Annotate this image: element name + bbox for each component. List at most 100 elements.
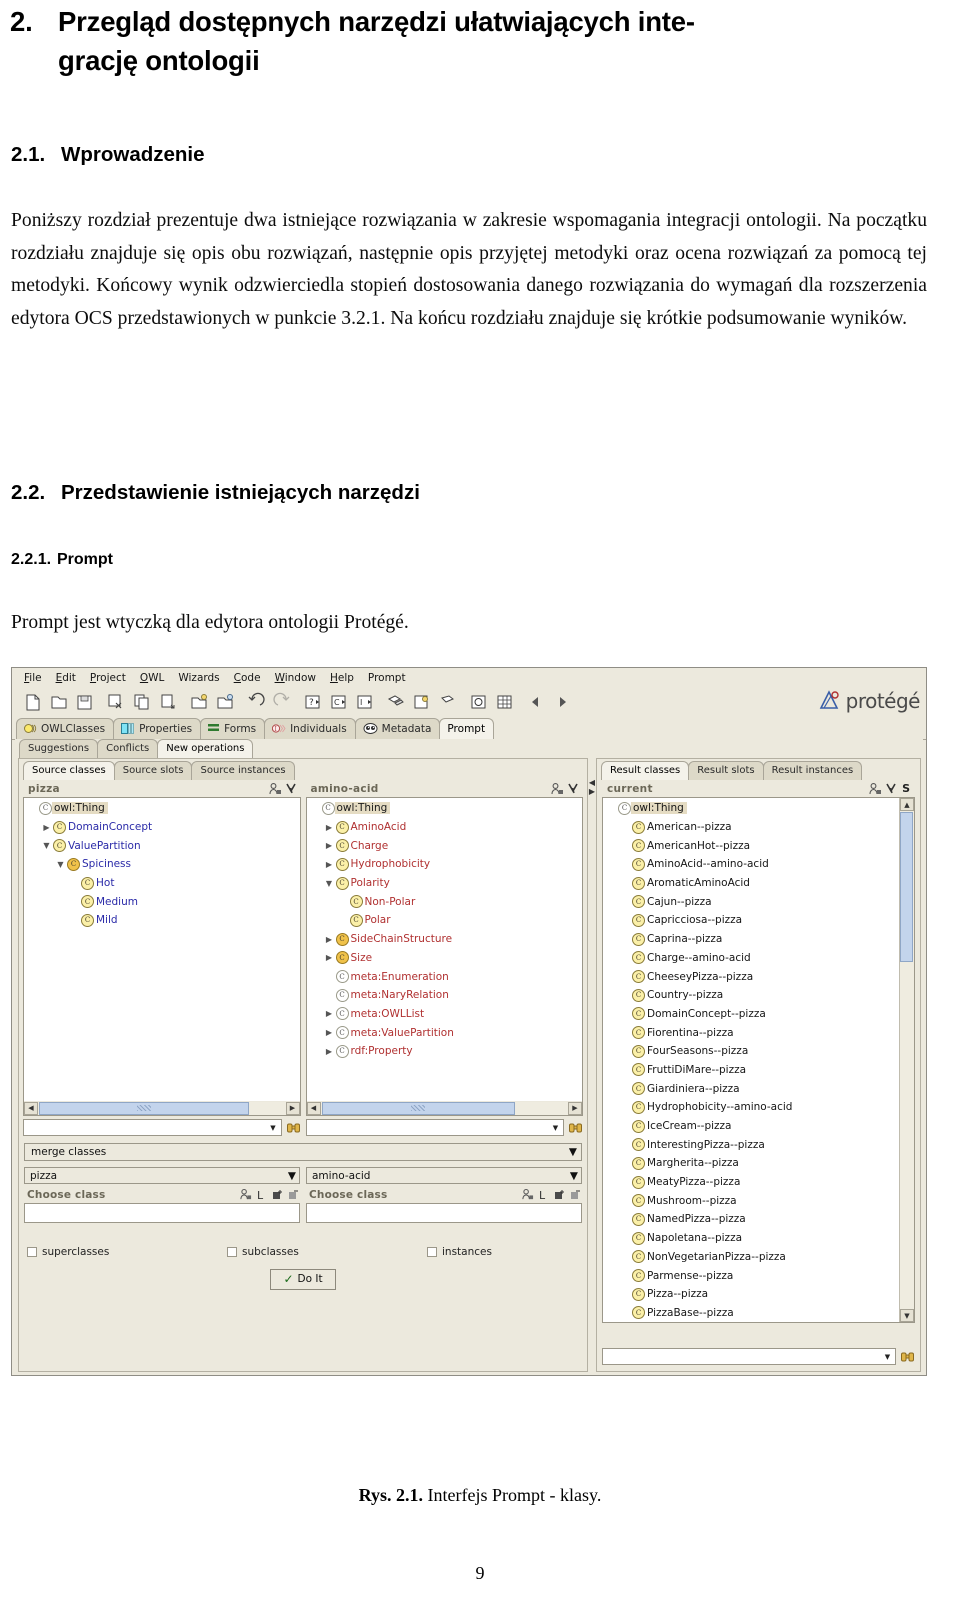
tab-source-classes[interactable]: Source classes xyxy=(23,761,115,780)
ontology-combo-right[interactable]: amino-acid ▼ xyxy=(306,1167,582,1184)
tree-node[interactable]: C Caprina--pizza xyxy=(603,930,899,949)
tree-node[interactable]: C Medium xyxy=(24,892,300,911)
add-superclass-icon[interactable] xyxy=(271,1188,284,1201)
chevron-right-icon[interactable]: ▶ xyxy=(323,1047,336,1056)
do-it-button[interactable]: ✓ Do It xyxy=(270,1269,336,1290)
menu-project[interactable]: Project xyxy=(83,671,133,685)
tab-properties[interactable]: Properties xyxy=(113,718,202,739)
tree-node[interactable]: ▶ C DomainConcept xyxy=(24,818,300,837)
checkbox-box[interactable] xyxy=(427,1247,437,1257)
chevron-down-icon[interactable]: ▼ xyxy=(40,841,53,850)
tree-node[interactable]: Cowl:Thing xyxy=(24,799,300,818)
tree-node[interactable]: C AminoAcid--amino-acid xyxy=(603,855,899,874)
tab-owlclasses[interactable]: OWLClasses xyxy=(16,718,115,739)
chevron-right-icon[interactable]: ▶ xyxy=(323,935,336,944)
add-class-icon[interactable] xyxy=(550,782,564,796)
scroll-thumb[interactable] xyxy=(900,812,913,962)
tree-node[interactable]: C FourSeasons--pizza xyxy=(603,1042,899,1061)
scroll-right-button[interactable]: ▶ xyxy=(568,1101,582,1115)
menu-wizards[interactable]: Wizards xyxy=(171,671,226,685)
horizontal-scrollbar[interactable]: ◀ ▶ xyxy=(23,1101,301,1116)
chevron-down-icon[interactable]: ▼ xyxy=(880,1349,895,1364)
choose-class-field-left[interactable] xyxy=(24,1203,300,1223)
tree-node[interactable]: C CheeseyPizza--pizza xyxy=(603,967,899,986)
cut-icon[interactable] xyxy=(106,692,126,712)
logic-icon[interactable]: L xyxy=(537,1188,550,1202)
operation-combo[interactable]: merge classes ▼ xyxy=(24,1143,582,1161)
tab-individuals[interactable]: I Individuals xyxy=(264,718,356,739)
tree-node[interactable]: C Margherita--pizza xyxy=(603,1154,899,1173)
remove-superclass-icon[interactable] xyxy=(569,1188,582,1201)
tab-suggestions[interactable]: Suggestions xyxy=(19,739,99,758)
split-divider[interactable]: ◀ ▶ xyxy=(588,758,596,1372)
tree-node[interactable]: C Capricciosa--pizza xyxy=(603,911,899,930)
scroll-track[interactable] xyxy=(320,1101,568,1115)
tree-node[interactable]: ▼ C ValuePartition xyxy=(24,836,300,855)
create-class-icon[interactable] xyxy=(189,692,209,712)
scroll-thumb[interactable] xyxy=(321,1101,515,1115)
new-project-icon[interactable] xyxy=(23,692,43,712)
tree-node[interactable]: C NamedPizza--pizza xyxy=(603,1210,899,1229)
tree-node[interactable]: ▶ Cmeta:OWLList xyxy=(307,1005,583,1024)
forward-icon[interactable] xyxy=(552,692,572,712)
chevron-right-icon[interactable]: ▶ xyxy=(323,953,336,962)
create-subclass-icon[interactable] xyxy=(215,692,235,712)
add-class-icon[interactable] xyxy=(268,782,282,796)
collapse-left-icon[interactable]: ◀ xyxy=(589,779,595,787)
tree-node[interactable]: Cowl:Thing xyxy=(603,799,899,818)
query-icon[interactable]: ? xyxy=(303,692,323,712)
tree-node[interactable]: C AromaticAminoAcid xyxy=(603,874,899,893)
chevron-right-icon[interactable]: ▶ xyxy=(323,860,336,869)
tab-forms[interactable]: Forms xyxy=(200,718,266,739)
tree-node[interactable]: C Charge--amino-acid xyxy=(603,949,899,968)
logic-icon[interactable]: L xyxy=(255,1188,268,1202)
checkbox-superclasses[interactable]: superclasses xyxy=(27,1246,227,1258)
tree-node[interactable]: ▶ C Charge xyxy=(307,836,583,855)
checkbox-box[interactable] xyxy=(227,1247,237,1257)
vertical-scrollbar[interactable]: ▲ ▼ xyxy=(899,798,914,1322)
classify-icon[interactable] xyxy=(386,692,406,712)
ontoviz-icon[interactable] xyxy=(469,692,489,712)
compute-icon[interactable] xyxy=(412,692,432,712)
checkbox-instances[interactable]: instances xyxy=(427,1246,492,1258)
tree-node[interactable]: C Giardiniera--pizza xyxy=(603,1079,899,1098)
chevron-down-icon[interactable]: ▼ xyxy=(288,1170,296,1182)
tab-prompt[interactable]: Prompt xyxy=(439,718,495,739)
tree-node[interactable]: C Polar xyxy=(307,911,583,930)
tree-node[interactable]: C AmericanHot--pizza xyxy=(603,836,899,855)
tree-body[interactable]: Cowl:Thing ▶ C DomainConcept ▼ C ValuePartitio… xyxy=(23,797,301,1101)
scroll-thumb[interactable] xyxy=(39,1101,250,1115)
remove-superclass-icon[interactable] xyxy=(287,1188,300,1201)
binoculars-icon[interactable] xyxy=(286,1120,301,1135)
chevron-right-icon[interactable]: ▶ xyxy=(323,1028,336,1037)
horizontal-scrollbar[interactable]: ◀ ▶ xyxy=(305,1101,583,1116)
checkbox-box[interactable] xyxy=(27,1247,37,1257)
tree-node[interactable]: C Non-Polar xyxy=(307,892,583,911)
menu-code[interactable]: Code xyxy=(227,671,268,685)
result-tree-body[interactable]: Cowl:Thing C American--pizza C AmericanHot--… xyxy=(602,797,915,1323)
chevron-down-icon[interactable]: ▼ xyxy=(323,879,336,888)
ontology-combo-left[interactable]: pizza ▼ xyxy=(24,1167,300,1184)
chevron-right-icon[interactable]: ▶ xyxy=(40,823,53,832)
tab-conflicts[interactable]: Conflicts xyxy=(97,739,159,758)
tree-node[interactable]: C Parmense--pizza xyxy=(603,1266,899,1285)
tree-node[interactable]: C FruttiDiMare--pizza xyxy=(603,1061,899,1080)
add-superclass-icon[interactable] xyxy=(553,1188,566,1201)
tree-node[interactable]: C NonVegetarianPizza--pizza xyxy=(603,1248,899,1267)
tree-node[interactable]: ▶ C Hydrophobicity xyxy=(307,855,583,874)
tree-node[interactable]: ▶ Crdf:Property xyxy=(307,1042,583,1061)
tree-node[interactable]: C American--pizza xyxy=(603,818,899,837)
result-search-combo[interactable]: ▼ xyxy=(602,1348,896,1365)
tree-node[interactable]: C Pizza--pizza xyxy=(603,1285,899,1304)
filter-icon[interactable] xyxy=(284,782,298,796)
filter-icon[interactable] xyxy=(566,782,580,796)
scroll-left-button[interactable]: ◀ xyxy=(24,1101,38,1115)
binoculars-icon[interactable] xyxy=(900,1349,915,1364)
save-project-icon[interactable] xyxy=(75,692,95,712)
scroll-track[interactable] xyxy=(38,1101,286,1115)
menu-owl[interactable]: OWL xyxy=(133,671,172,685)
tree-node[interactable]: C Hydrophobicity--amino-acid xyxy=(603,1098,899,1117)
paste-icon[interactable] xyxy=(158,692,178,712)
menu-window[interactable]: Window xyxy=(268,671,323,685)
tree-node[interactable]: C Fiorentina--pizza xyxy=(603,1023,899,1042)
